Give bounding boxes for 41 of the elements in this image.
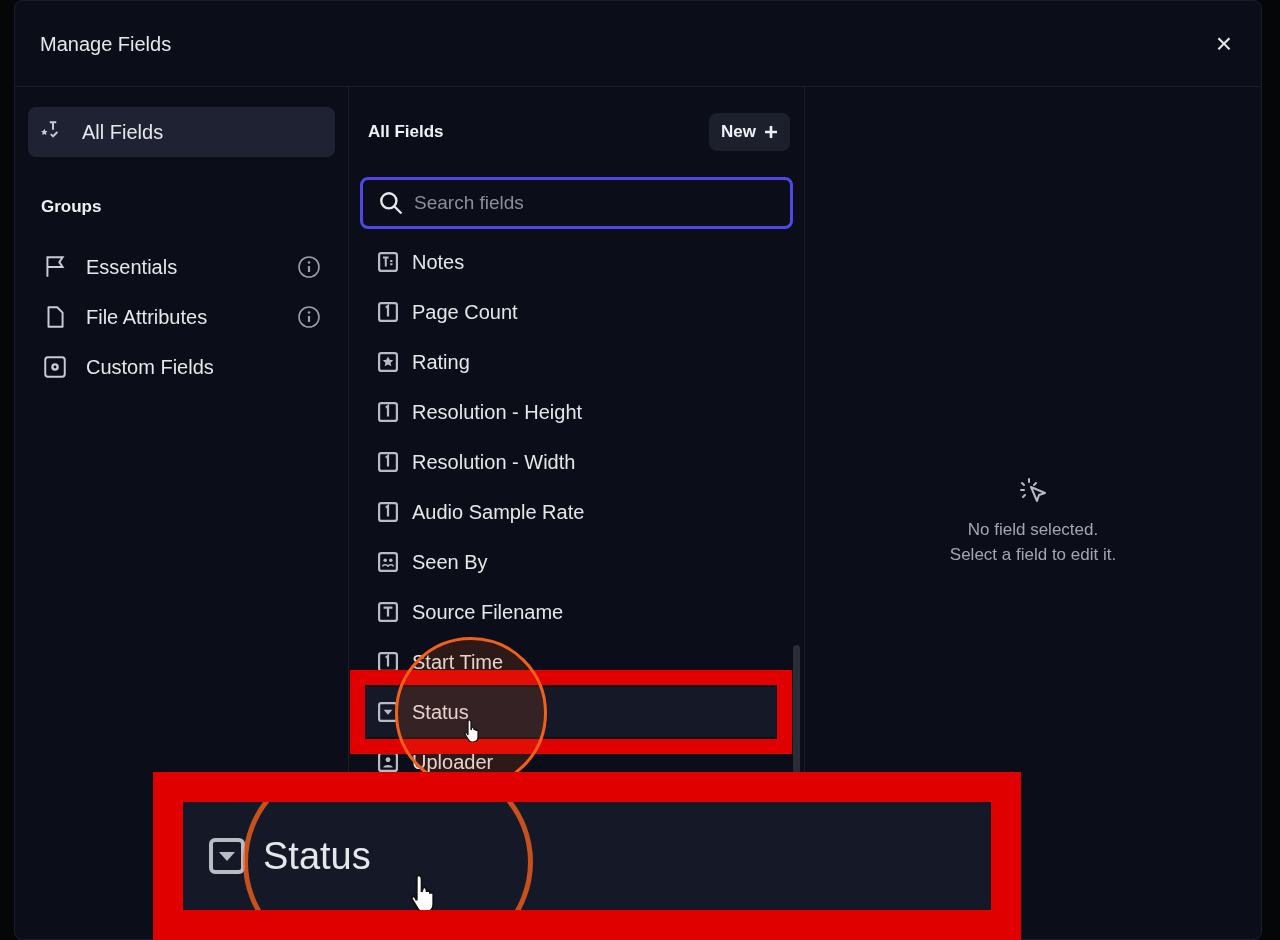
- field-list-item[interactable]: Resolution - Width: [360, 437, 793, 487]
- gear-icon: [42, 353, 68, 380]
- sidebar-item[interactable]: All Fields: [28, 107, 335, 157]
- info-icon[interactable]: [297, 254, 321, 279]
- cursor-click-icon: [1018, 477, 1048, 505]
- field-list-item[interactable]: Rating: [360, 337, 793, 387]
- group-item[interactable]: Custom Fields: [86, 351, 321, 382]
- field-list-item[interactable]: Page Count: [360, 287, 793, 337]
- number-field-icon: [378, 402, 398, 422]
- group-item[interactable]: Essentials: [86, 251, 297, 282]
- dropdown-field-icon: [209, 838, 245, 874]
- empty-state-text: No field selected.: [967, 519, 1099, 541]
- number-field-icon: [378, 302, 398, 322]
- notes-field-icon: [378, 252, 398, 272]
- callout-field-label: Status: [263, 833, 371, 879]
- column-heading: All Fields: [368, 121, 444, 144]
- field-list-item[interactable]: Seen By: [360, 537, 793, 587]
- search-input[interactable]: Search fields: [414, 188, 775, 218]
- close-button[interactable]: ×: [1211, 29, 1236, 58]
- number-field-icon: [378, 502, 398, 522]
- text-field-icon: [378, 602, 398, 622]
- scrollbar[interactable]: [793, 645, 800, 775]
- people-field-icon: [378, 552, 398, 572]
- star-field-icon: [378, 352, 398, 372]
- field-list-item[interactable]: Notes: [360, 237, 793, 287]
- empty-state-text: Select a field to edit it.: [949, 544, 1117, 566]
- section-heading: Groups: [40, 196, 103, 218]
- new-field-button[interactable]: New: [709, 113, 790, 151]
- group-item[interactable]: File Attributes: [86, 301, 297, 332]
- person-field-icon: [378, 752, 398, 772]
- dialog-title: Manage Fields: [40, 31, 172, 57]
- number-field-icon: [378, 452, 398, 472]
- field-list-item[interactable]: Audio Sample Rate: [360, 487, 793, 537]
- field-list-item[interactable]: Source Filename: [360, 587, 793, 637]
- number-field-icon: [378, 652, 398, 672]
- dropdown-field-icon: [378, 702, 398, 722]
- plus-icon: [764, 125, 778, 139]
- info-icon[interactable]: [297, 304, 321, 329]
- search-field[interactable]: Search fields: [360, 177, 793, 229]
- field-list-item[interactable]: Resolution - Height: [360, 387, 793, 437]
- search-icon: [378, 190, 404, 216]
